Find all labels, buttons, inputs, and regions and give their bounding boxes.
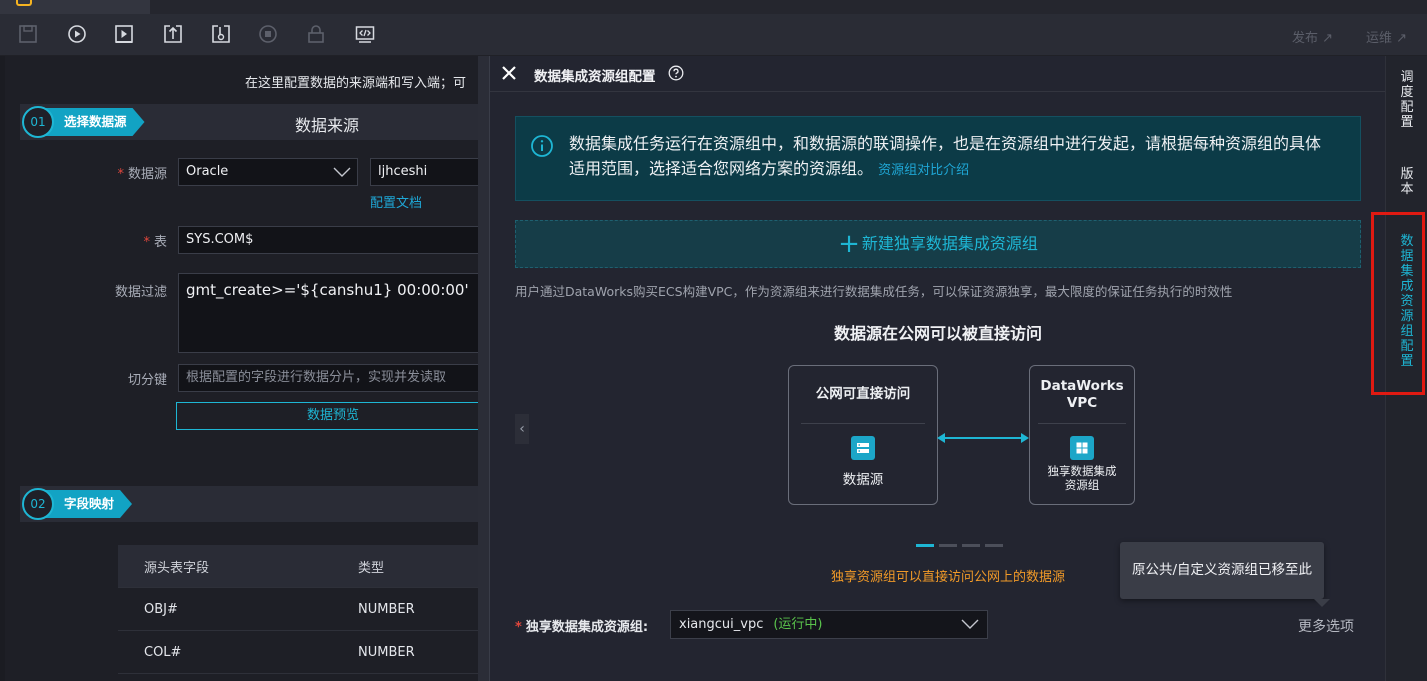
datasource-type-select[interactable]: Oracle <box>178 158 358 186</box>
source-field-cell: COL# <box>144 644 182 660</box>
status-badge: (运行中) <box>773 617 823 632</box>
resource-group-icon <box>1070 436 1094 460</box>
toolbar: 发布 ↗ 运维 ↗ <box>0 14 1427 56</box>
filter-label: 数据过滤 <box>114 285 167 300</box>
highlight-box <box>1371 212 1425 395</box>
datasource-card: 公网可直接访问 数据源 <box>788 365 938 505</box>
step-indicator-2: 02 字段映射 <box>22 488 132 520</box>
section-field-mapping: 02 字段映射 <box>20 486 489 522</box>
more-options-link[interactable]: 更多选项 <box>1298 616 1354 636</box>
tooltip-tail <box>1314 599 1330 607</box>
table-select[interactable]: SYS.COM$ <box>178 226 489 254</box>
resource-group-select[interactable]: xiangcui_vpc (运行中) <box>670 610 988 639</box>
carousel-title: 数据源在公网可以被直接访问 <box>833 324 1042 343</box>
create-resource-group-button[interactable]: + 新建独享数据集成资源组 <box>515 220 1361 268</box>
source-field-cell: OBJ# <box>144 601 178 617</box>
info-notice: 数据集成任务运行在资源组中，和数据源的联调操作，也是在资源组中进行发起，请根据每… <box>515 116 1361 201</box>
bidirectional-arrow-icon <box>937 433 1029 443</box>
info-icon <box>531 135 553 157</box>
data-sync-config-panel: 在这里配置数据的来源端和写入端；可 01 选择数据源 数据来源 * 数据源 Ora… <box>5 56 489 681</box>
header-type: 类型 <box>358 560 385 576</box>
help-icon[interactable] <box>668 65 684 81</box>
drawer-title: 数据集成资源组配置 <box>534 69 656 85</box>
moved-tooltip: 原公共/自定义资源组已移至此 <box>1120 542 1324 599</box>
table-label: * 表 <box>143 235 167 250</box>
vpc-card: DataWorks VPC 独享数据集成 资源组 <box>1029 365 1135 505</box>
data-preview-button[interactable]: 数据预览 <box>176 402 489 430</box>
carousel-note: 独享资源组可以直接访问公网上的数据源 <box>831 570 1066 585</box>
run-params-icon[interactable] <box>114 24 134 44</box>
carousel-dot[interactable] <box>962 544 980 547</box>
field-mapping-table: 源头表字段 类型 OBJ# NUMBER COL# NUMBER <box>118 545 489 674</box>
drawer-header: 数据集成资源组配置 <box>490 56 1386 92</box>
code-icon[interactable] <box>355 24 375 44</box>
carousel-prev-button[interactable]: ‹ <box>515 414 529 444</box>
section-title: 数据来源 <box>295 116 360 135</box>
tab-marker-icon <box>16 0 32 6</box>
card-header: 公网可直接访问 <box>801 366 925 424</box>
publish-link[interactable]: 发布 ↗ <box>1292 27 1333 46</box>
save-icon[interactable] <box>18 24 38 44</box>
carousel-dot[interactable] <box>916 544 934 547</box>
deploy-icon[interactable] <box>211 24 231 44</box>
plus-icon: + <box>838 229 860 259</box>
datasource-name-select[interactable]: ljhceshi <box>370 158 489 186</box>
database-icon <box>851 436 875 460</box>
chevron-down-icon <box>333 167 351 177</box>
chevron-down-icon <box>961 619 979 629</box>
split-key-label: 切分键 <box>127 373 167 388</box>
step-indicator-1: 01 选择数据源 <box>22 106 145 138</box>
table-header: 源头表字段 类型 <box>118 545 489 588</box>
run-icon[interactable] <box>67 24 87 44</box>
stop-icon[interactable] <box>258 24 278 44</box>
step-label: 选择数据源 <box>40 108 145 136</box>
step-number: 02 <box>22 488 54 520</box>
config-hint: 在这里配置数据的来源端和写入端；可 <box>245 76 467 91</box>
rail-item-schedule[interactable]: 调度配置 <box>1386 70 1427 130</box>
carousel-dots <box>916 544 1003 547</box>
compare-link[interactable]: 资源组对比介绍 <box>878 163 969 178</box>
carousel-dot[interactable] <box>985 544 1003 547</box>
step-number: 01 <box>22 106 54 138</box>
type-cell: NUMBER <box>358 644 415 660</box>
card-label: 数据源 <box>842 472 884 488</box>
rail-item-version[interactable]: 版本 <box>1386 167 1427 197</box>
type-cell: NUMBER <box>358 601 415 617</box>
header-source-field: 源头表字段 <box>144 560 210 576</box>
submit-icon[interactable] <box>163 24 183 44</box>
close-icon[interactable] <box>500 64 518 82</box>
table-row[interactable]: COL# NUMBER <box>118 631 489 674</box>
lock-icon[interactable] <box>306 24 326 44</box>
table-row[interactable]: OBJ# NUMBER <box>118 588 489 631</box>
config-doc-link[interactable]: 配置文档 <box>370 192 422 211</box>
carousel-dot[interactable] <box>939 544 957 547</box>
top-strip <box>0 0 1427 14</box>
resource-group-drawer: 数据集成资源组配置 数据集成任务运行在资源组中，和数据源的联调操作，也是在资源组… <box>489 56 1386 681</box>
file-tab[interactable] <box>0 0 150 14</box>
filter-textarea[interactable]: gmt_create>='${canshu1} 00:00:00' <box>178 273 489 353</box>
create-description: 用户通过DataWorks购买ECS构建VPC，作为资源组来进行数据集成任务，可… <box>515 284 1233 299</box>
section-datasource: 01 选择数据源 数据来源 <box>20 104 489 140</box>
datasource-label: * 数据源 <box>117 167 167 182</box>
resource-group-label: * 独享数据集成资源组: <box>515 620 649 635</box>
split-key-input[interactable]: 根据配置的字段进行数据分片，实现并发读取 <box>178 364 489 392</box>
ops-link[interactable]: 运维 ↗ <box>1366 27 1407 46</box>
info-text: 数据集成任务运行在资源组中，和数据源的联调操作，也是在资源组中进行发起，请根据每… <box>569 134 1322 178</box>
card-label: 独享数据集成 资源组 <box>1047 464 1117 492</box>
card-header: DataWorks VPC <box>1038 366 1126 424</box>
panel-divider <box>478 56 489 681</box>
